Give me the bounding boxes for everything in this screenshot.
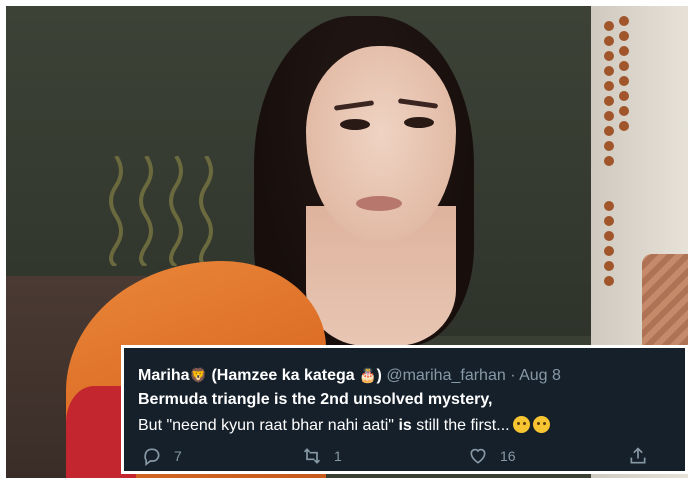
tweet-text-part-a: But "neend kyun raat bhar nahi aati" bbox=[138, 417, 394, 434]
face bbox=[306, 46, 456, 241]
tweet-header: Mariha🦁 (Hamzee ka katega 🎂) @mariha_far… bbox=[138, 367, 561, 385]
tweet-text-line-2: But "neend kyun raat bhar nahi aati" is … bbox=[138, 416, 550, 435]
retweet-count: 1 bbox=[334, 448, 342, 464]
laughing-emoji-icon bbox=[532, 416, 550, 433]
heart-icon bbox=[470, 448, 486, 464]
sad-face-emoji-icon bbox=[512, 416, 530, 433]
display-name-close: ) bbox=[376, 367, 382, 384]
left-eye bbox=[340, 119, 370, 130]
striped-cushion bbox=[642, 254, 688, 354]
display-name-text: Mariha bbox=[138, 367, 190, 384]
share-button[interactable] bbox=[628, 446, 648, 466]
tweet-text-part-c: still the first... bbox=[416, 417, 510, 434]
wave-pattern bbox=[109, 156, 213, 266]
tweet-date[interactable]: Aug 8 bbox=[519, 367, 561, 384]
tweet-card[interactable]: Mariha🦁 (Hamzee ka katega 🎂) @mariha_far… bbox=[121, 345, 688, 474]
reply-icon bbox=[144, 448, 160, 466]
share-icon bbox=[630, 447, 646, 464]
like-count: 16 bbox=[500, 448, 516, 464]
tweet-actions: 7 1 16 bbox=[124, 446, 691, 468]
tweet-text-part-b: is bbox=[398, 417, 412, 434]
right-eye bbox=[404, 117, 434, 128]
like-button[interactable]: 16 bbox=[468, 446, 516, 466]
retweet-button[interactable]: 1 bbox=[302, 446, 342, 466]
display-name[interactable]: Mariha🦁 (Hamzee ka katega 🎂) bbox=[138, 367, 386, 384]
retweet-icon bbox=[303, 448, 321, 464]
display-name-suffix: (Hamzee ka katega bbox=[211, 367, 355, 384]
lion-emoji-icon: 🦁 bbox=[189, 367, 208, 383]
lips bbox=[356, 196, 402, 211]
separator-dot: · bbox=[510, 367, 516, 384]
handle[interactable]: @mariha_farhan bbox=[386, 367, 505, 384]
reply-button[interactable]: 7 bbox=[142, 446, 182, 466]
cake-emoji-icon: 🎂 bbox=[359, 367, 377, 383]
tweet-text-line-1: Bermuda triangle is the 2nd unsolved mys… bbox=[138, 391, 493, 408]
reply-count: 7 bbox=[174, 448, 182, 464]
